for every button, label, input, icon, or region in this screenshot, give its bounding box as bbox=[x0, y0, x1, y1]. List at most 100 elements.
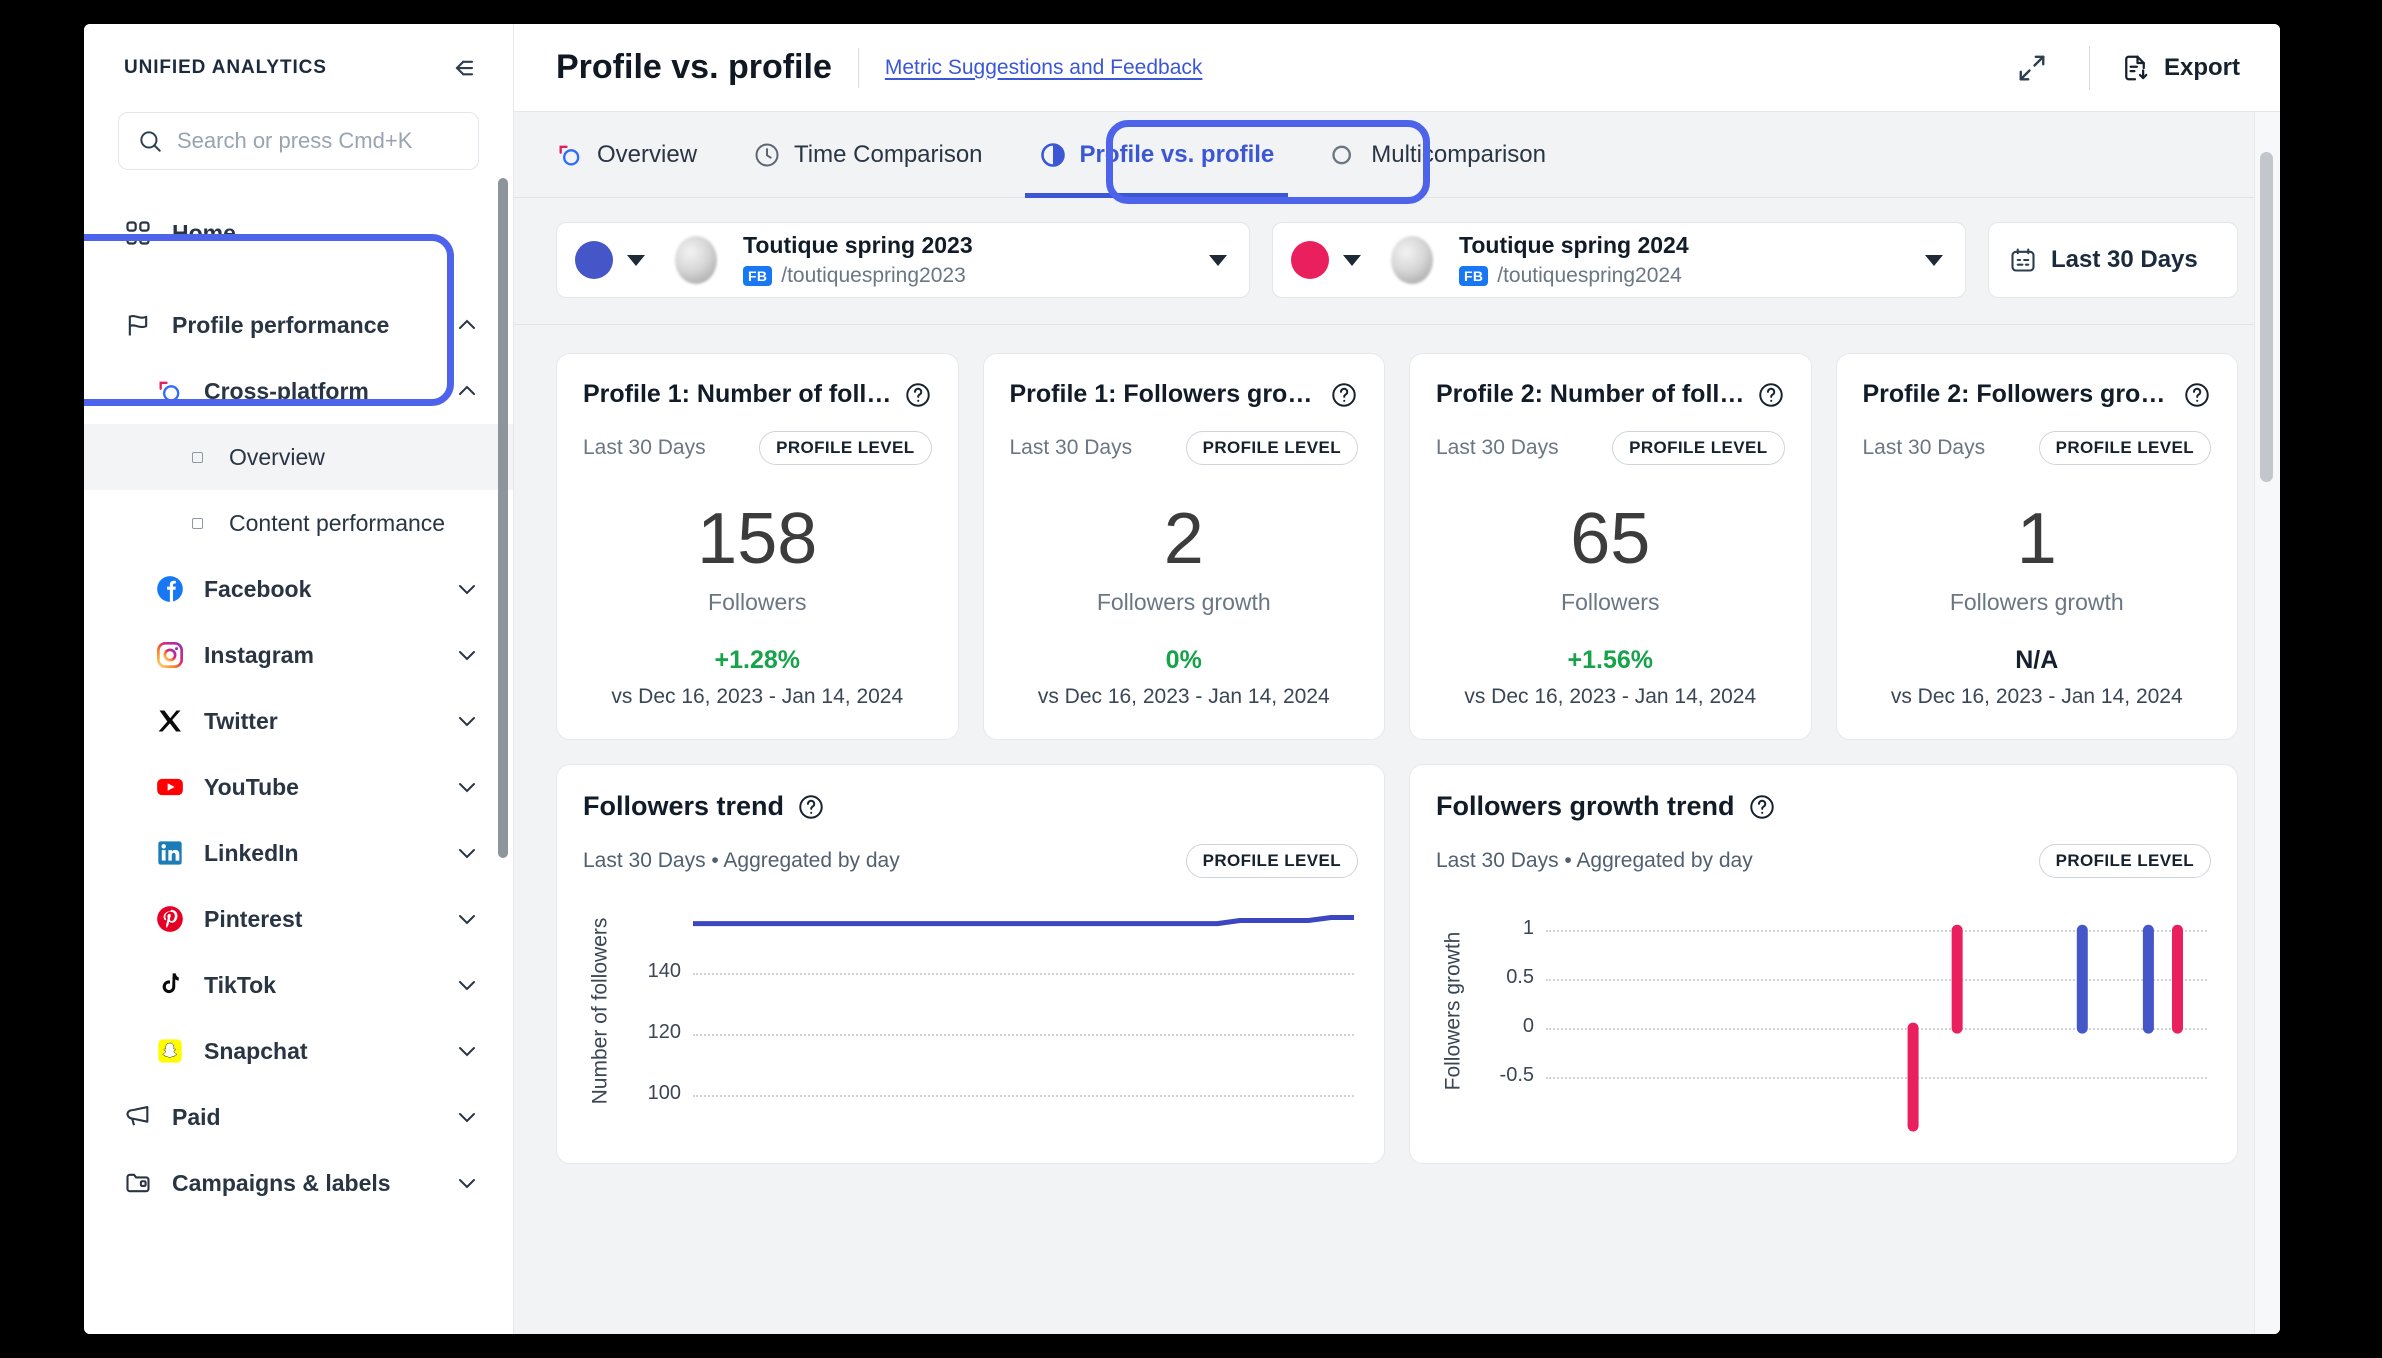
kpi-unit: Followers bbox=[583, 589, 932, 616]
help-circle-icon[interactable] bbox=[1757, 381, 1785, 409]
y-axis-tick: 120 bbox=[619, 1021, 681, 1044]
date-range-selector[interactable]: Last 30 Days bbox=[1988, 222, 2238, 298]
page-title: Profile vs. profile bbox=[556, 48, 832, 87]
megaphone-icon bbox=[124, 1103, 152, 1131]
folder-tag-icon bbox=[124, 1169, 152, 1197]
chevron-down-icon[interactable] bbox=[455, 709, 479, 733]
sidebar-item-home[interactable]: Home bbox=[84, 200, 513, 266]
followers-trend-line bbox=[693, 896, 1354, 1126]
sidebar-item-label: Paid bbox=[172, 1104, 435, 1131]
kpi-card: Profile 2: Followers growth Last 30 Days… bbox=[1836, 353, 2239, 740]
chevron-down-icon[interactable] bbox=[455, 1039, 479, 1063]
kpi-title: Profile 1: Followers growth bbox=[1010, 380, 1319, 409]
chart-header: Followers trend bbox=[583, 791, 1358, 822]
cross-platform-icon bbox=[556, 141, 584, 169]
tab-time-comparison[interactable]: Time Comparison bbox=[725, 112, 1011, 198]
twitter-x-icon bbox=[156, 707, 184, 735]
chevron-down-icon[interactable] bbox=[455, 577, 479, 601]
page-scrollbar-thumb[interactable] bbox=[2260, 152, 2273, 482]
profile2-selector[interactable]: Toutique spring 2024 FB /toutiquespring2… bbox=[1272, 222, 1966, 298]
page-scrollbar-track[interactable] bbox=[2254, 112, 2280, 1334]
sidebar-item-cross-platform[interactable]: Cross-platform bbox=[84, 358, 513, 424]
sidebar-item-tiktok[interactable]: TikTok bbox=[84, 952, 513, 1018]
bullet-icon bbox=[192, 518, 203, 529]
tab-multicomparison[interactable]: Multicomparison bbox=[1302, 112, 1574, 198]
sidebar-item-youtube[interactable]: YouTube bbox=[84, 754, 513, 820]
sidebar-item-label: Overview bbox=[229, 444, 479, 471]
facebook-icon bbox=[156, 575, 184, 603]
sidebar-item-label: LinkedIn bbox=[204, 840, 435, 867]
sidebar-scrollbar-thumb[interactable] bbox=[498, 178, 508, 858]
sidebar-item-instagram[interactable]: Instagram bbox=[84, 622, 513, 688]
tab-overview[interactable]: Overview bbox=[556, 112, 725, 198]
sidebar-item-facebook[interactable]: Facebook bbox=[84, 556, 513, 622]
sidebar-item-snapchat[interactable]: Snapchat bbox=[84, 1018, 513, 1084]
kpi-subheader: Last 30 Days PROFILE LEVEL bbox=[1863, 431, 2212, 465]
profile2-handle-row: FB /toutiquespring2024 bbox=[1459, 264, 1911, 288]
chevron-down-icon[interactable] bbox=[455, 841, 479, 865]
sidebar-search-wrap bbox=[84, 112, 513, 170]
chevron-down-icon[interactable] bbox=[455, 973, 479, 997]
followers-growth-bars bbox=[1546, 896, 2207, 1126]
profile1-avatar bbox=[675, 236, 717, 284]
kpi-subheader: Last 30 Days PROFILE LEVEL bbox=[1436, 431, 1785, 465]
kpi-card: Profile 1: Followers growth Last 30 Days… bbox=[983, 353, 1386, 740]
help-circle-icon[interactable] bbox=[1330, 381, 1358, 409]
grid-icon bbox=[124, 219, 152, 247]
profile1-color-swatch[interactable] bbox=[575, 241, 613, 279]
sidebar-item-content-performance[interactable]: Content performance bbox=[84, 490, 513, 556]
chart-range: Last 30 Days • Aggregated by day bbox=[1436, 849, 1753, 873]
dashboard-content: Profile 1: Number of follow... Last 30 D… bbox=[514, 325, 2280, 1164]
y-axis-tick: 0.5 bbox=[1472, 966, 1534, 989]
expand-diagonal-icon[interactable] bbox=[2005, 41, 2059, 95]
profile2-color-swatch[interactable] bbox=[1291, 241, 1329, 279]
kpi-header: Profile 1: Followers growth bbox=[1010, 380, 1359, 409]
sidebar-item-paid[interactable]: Paid bbox=[84, 1084, 513, 1150]
kpi-comparison-range: vs Dec 16, 2023 - Jan 14, 2024 bbox=[1863, 685, 2212, 709]
profile2-dropdown-caret-icon[interactable] bbox=[1925, 255, 1943, 266]
sidebar-item-linkedin[interactable]: LinkedIn bbox=[84, 820, 513, 886]
sidebar-item-profile-performance[interactable]: Profile performance bbox=[84, 292, 513, 358]
chevron-up-icon[interactable] bbox=[455, 313, 479, 337]
chevron-up-icon[interactable] bbox=[455, 379, 479, 403]
help-circle-icon[interactable] bbox=[1748, 793, 1776, 821]
kpi-value: 65 bbox=[1436, 503, 1785, 575]
search-input[interactable] bbox=[177, 128, 460, 154]
kpi-card: Profile 1: Number of follow... Last 30 D… bbox=[556, 353, 959, 740]
profile2-color-caret-icon[interactable] bbox=[1343, 255, 1361, 266]
sidebar-item-label: Content performance bbox=[229, 510, 479, 537]
chevron-down-icon[interactable] bbox=[455, 907, 479, 931]
profile2-avatar bbox=[1391, 236, 1433, 284]
tab-label: Profile vs. profile bbox=[1080, 141, 1275, 169]
chevron-down-icon[interactable] bbox=[455, 775, 479, 799]
sidebar-item-pinterest[interactable]: Pinterest bbox=[84, 886, 513, 952]
calendar-icon bbox=[2009, 246, 2037, 274]
followers-trend-plot: Number of followers 140120100 bbox=[583, 896, 1358, 1126]
metric-feedback-link[interactable]: Metric Suggestions and Feedback bbox=[885, 56, 1203, 80]
sidebar-item-twitter[interactable]: Twitter bbox=[84, 688, 513, 754]
profile1-dropdown-caret-icon[interactable] bbox=[1209, 255, 1227, 266]
kpi-range: Last 30 Days bbox=[583, 436, 706, 460]
help-circle-icon[interactable] bbox=[904, 381, 932, 409]
sidebar-item-overview[interactable]: Overview bbox=[84, 424, 513, 490]
y-axis-tick: -0.5 bbox=[1472, 1064, 1534, 1087]
help-circle-icon[interactable] bbox=[797, 793, 825, 821]
kpi-delta: 0% bbox=[1010, 646, 1359, 675]
profile2-handle: /toutiquespring2024 bbox=[1497, 264, 1681, 288]
chevron-down-icon[interactable] bbox=[455, 643, 479, 667]
chevron-down-icon[interactable] bbox=[455, 1105, 479, 1129]
export-button[interactable]: Export bbox=[2120, 53, 2240, 83]
chevron-down-icon[interactable] bbox=[455, 1171, 479, 1195]
sidebar-item-campaigns-labels[interactable]: Campaigns & labels bbox=[84, 1150, 513, 1216]
profile2-name: Toutique spring 2024 bbox=[1459, 232, 1689, 258]
search-box[interactable] bbox=[118, 112, 479, 170]
collapse-left-icon[interactable] bbox=[447, 53, 477, 83]
profile1-selector[interactable]: Toutique spring 2023 FB /toutiquespring2… bbox=[556, 222, 1250, 298]
sidebar: UNIFIED ANALYTICS bbox=[84, 24, 514, 1334]
tab-profile-vs-profile[interactable]: Profile vs. profile bbox=[1011, 112, 1303, 198]
y-axis-label: Number of followers bbox=[583, 896, 617, 1126]
document-download-icon bbox=[2120, 53, 2150, 83]
top-actions: Export bbox=[2005, 41, 2240, 95]
profile1-color-caret-icon[interactable] bbox=[627, 255, 645, 266]
help-circle-icon[interactable] bbox=[2183, 381, 2211, 409]
